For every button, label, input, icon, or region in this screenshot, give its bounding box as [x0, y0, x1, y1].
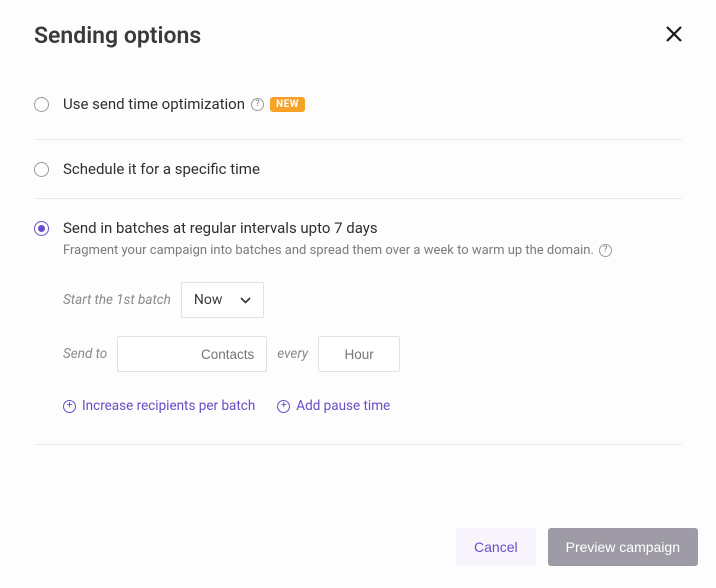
plus-circle-icon: + [63, 400, 76, 413]
option-schedule-specific-time: Schedule it for a specific time [34, 140, 682, 199]
dialog-footer: Cancel Preview campaign [456, 528, 698, 566]
hour-input[interactable] [318, 336, 400, 372]
every-label: every [277, 346, 308, 362]
help-icon[interactable]: ? [599, 244, 612, 257]
help-icon[interactable]: ? [251, 98, 264, 111]
increase-recipients-link[interactable]: + Increase recipients per batch [63, 398, 255, 414]
option-send-time-optimization: Use send time optimization ? NEW [34, 95, 682, 140]
send-to-row: Send to every [63, 336, 682, 372]
start-batch-row: Start the 1st batch Now [63, 282, 682, 318]
option-head: Use send time optimization ? NEW [34, 95, 682, 113]
batch-links: + Increase recipients per batch + Add pa… [63, 398, 682, 414]
option-description-text: Fragment your campaign into batches and … [63, 243, 594, 258]
sending-options-dialog: Sending options Use send time optimizati… [0, 0, 716, 588]
close-icon [664, 24, 684, 44]
chevron-down-icon [240, 292, 251, 308]
option-label-text: Schedule it for a specific time [63, 160, 260, 178]
option-label[interactable]: Send in batches at regular intervals upt… [63, 219, 378, 237]
option-head: Send in batches at regular intervals upt… [34, 219, 682, 237]
dialog-header: Sending options [34, 22, 682, 49]
option-label-text: Send in batches at regular intervals upt… [63, 219, 378, 237]
new-badge: NEW [270, 97, 305, 112]
option-label[interactable]: Schedule it for a specific time [63, 160, 260, 178]
add-pause-time-text: Add pause time [296, 398, 390, 414]
radio-send-time-optimization[interactable] [34, 97, 49, 112]
send-to-label: Send to [63, 346, 107, 362]
option-description: Fragment your campaign into batches and … [63, 243, 682, 258]
cancel-button[interactable]: Cancel [456, 528, 536, 566]
batch-controls: Start the 1st batch Now Send to every [63, 282, 682, 372]
dialog-title: Sending options [34, 22, 201, 49]
option-head: Schedule it for a specific time [34, 160, 682, 178]
start-batch-select[interactable]: Now [181, 282, 265, 318]
preview-campaign-button[interactable]: Preview campaign [548, 528, 698, 566]
option-send-in-batches: Send in batches at regular intervals upt… [34, 199, 682, 445]
close-button[interactable] [662, 22, 686, 49]
contacts-input[interactable] [117, 336, 267, 372]
start-batch-value: Now [194, 292, 223, 308]
radio-send-in-batches[interactable] [34, 221, 49, 236]
plus-circle-icon: + [277, 400, 290, 413]
radio-schedule-specific-time[interactable] [34, 162, 49, 177]
add-pause-time-link[interactable]: + Add pause time [277, 398, 390, 414]
options-list: Use send time optimization ? NEW Schedul… [34, 95, 682, 445]
option-label[interactable]: Use send time optimization ? NEW [63, 95, 305, 113]
option-label-text: Use send time optimization [63, 95, 245, 113]
start-batch-label: Start the 1st batch [63, 292, 171, 308]
increase-recipients-text: Increase recipients per batch [82, 398, 255, 414]
